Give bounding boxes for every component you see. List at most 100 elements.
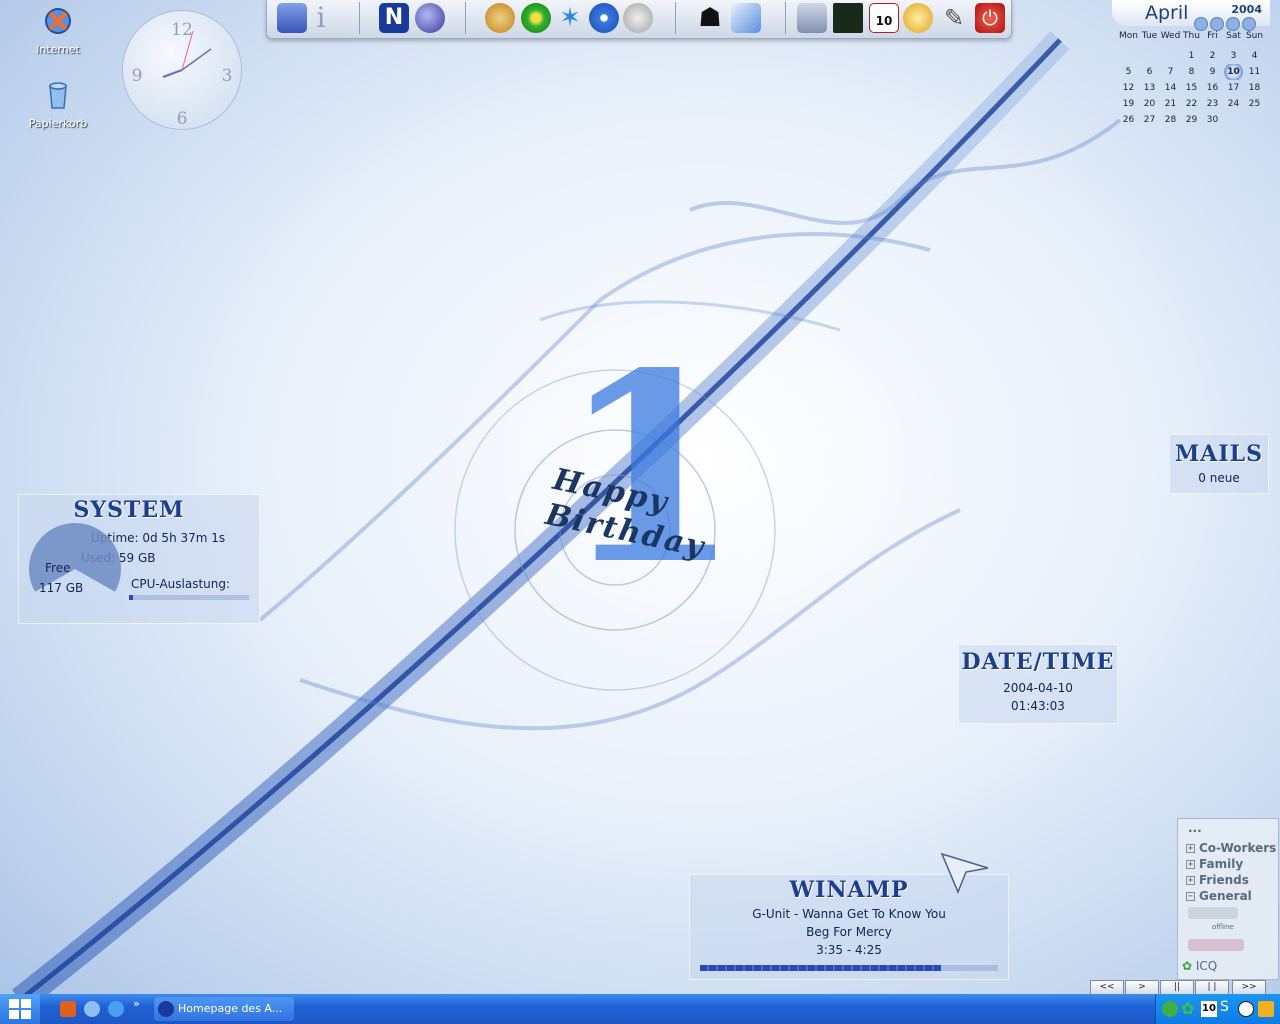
notepad-icon[interactable] [731,3,761,33]
desktop-icon-recycle-bin[interactable]: Papierkorb [23,78,93,130]
calendar-nav-button[interactable] [1194,17,1208,31]
netscape-icon[interactable]: N [379,3,409,33]
icq-footer-label: ICQ [1195,959,1218,973]
calendar-day[interactable]: 18 [1244,80,1265,96]
cpu-bar-fill [129,595,133,600]
desktop-icon-label: Papierkorb [28,117,88,130]
calendar-day[interactable]: 3 [1223,48,1244,64]
calendar-day[interactable]: 21 [1160,96,1181,112]
clock-icon[interactable] [903,3,933,33]
launch-bar-separator [675,2,676,34]
tools-icon[interactable] [797,3,827,33]
icq-flower-icon[interactable] [521,3,551,33]
icq-contact-blurred[interactable] [1188,939,1244,951]
calendar-icon[interactable]: 10 [869,3,899,33]
messenger-icon[interactable]: ✶ [555,3,585,33]
calendar-day[interactable]: 25 [1244,96,1265,112]
calendar-day[interactable]: 24 [1223,96,1244,112]
winamp-progress-fill [700,965,942,971]
calendar-day[interactable]: 13 [1139,80,1160,96]
icq-group-friends[interactable]: + Friends [1186,873,1249,887]
calendar-day[interactable]: 9 [1202,64,1223,80]
taskbar-window-button[interactable]: Homepage des A... [154,997,294,1021]
calendar-nav-button[interactable] [1242,17,1256,31]
disk-free-label: Free [45,561,71,575]
winamp-progress-bar[interactable] [700,965,998,971]
security-icon[interactable] [1258,1001,1274,1017]
calendar-day[interactable]: 14 [1160,80,1181,96]
clock-tray-icon[interactable] [1238,1001,1254,1017]
calendar-day[interactable]: 20 [1139,96,1160,112]
icq-tray-icon[interactable]: ✿ [1181,999,1194,1018]
launch-bar-separator [785,2,786,34]
icq-offline-label: offline [1212,923,1234,931]
calendar-day[interactable]: 11 [1244,64,1265,80]
start-button[interactable] [0,994,40,1024]
phone-icon[interactable] [485,3,515,33]
calendar-day[interactable]: 29 [1181,112,1202,128]
icq-footer[interactable]: ✿ ICQ [1182,959,1217,973]
winamp-time: 3:35 - 4:25 [816,943,882,957]
calendar-day[interactable]: 5 [1118,64,1139,80]
icq-group-family[interactable]: + Family [1186,857,1243,871]
calendar-day[interactable]: 22 [1181,96,1202,112]
sound-icon[interactable]: S [1220,999,1229,1015]
calendar-widget: April 2004 Mon Tue Wed Thu Fri Sat Sun 1… [1112,0,1270,140]
browser-icon[interactable] [415,3,445,33]
quicklaunch-more-button[interactable]: » [133,997,140,1010]
expand-icon[interactable]: + [1186,844,1195,853]
tips-icon[interactable]: ✎ [939,3,969,33]
calendar-day[interactable]: 26 [1118,112,1139,128]
ie-icon[interactable] [84,1001,100,1017]
calendar-day[interactable]: 15 [1181,80,1202,96]
calendar-empty-cell [1160,48,1181,64]
performance-icon[interactable] [833,3,863,33]
calendar-nav-buttons [1194,17,1258,34]
calendar-day[interactable]: 30 [1202,112,1223,128]
icq-contact-blurred[interactable] [1188,907,1238,919]
calendar-day[interactable]: 1 [1181,48,1202,64]
calendar-day[interactable]: 17 [1223,80,1244,96]
expand-icon[interactable]: + [1186,876,1195,885]
calendar-week: 1234 [1118,48,1265,64]
calendar-day[interactable]: 16 [1202,80,1223,96]
calendar-header: April 2004 [1112,0,1270,31]
user-icon[interactable]: ☗ [695,3,725,33]
collapse-icon[interactable]: − [1186,892,1195,901]
calendar-day[interactable]: 27 [1139,112,1160,128]
calendar-year: 2004 [1231,3,1262,16]
network-icon[interactable] [1162,1001,1178,1017]
dvd-icon[interactable] [589,3,619,33]
calendar-day[interactable]: 8 [1181,64,1202,80]
disk-free-value: 117 GB [39,581,84,595]
icq-group-general[interactable]: − General [1186,889,1252,903]
expand-icon[interactable]: + [1186,860,1195,869]
calendar-empty-cell [1118,48,1139,64]
opera-icon[interactable] [60,1001,76,1017]
calendar-day[interactable]: 10 [1223,64,1244,80]
messenger-icon[interactable] [108,1001,124,1017]
shutdown-icon[interactable]: ⏻ [975,3,1005,33]
icq-flower-icon: ✿ [1182,959,1193,973]
calendar-day[interactable]: 6 [1139,64,1160,80]
system-title: SYSTEM [73,497,185,523]
icq-group-co-workers[interactable]: + Co-Workers [1186,841,1276,855]
my-computer-icon[interactable] [277,3,307,33]
desktop-icon-internet[interactable]: Internet [23,4,93,56]
calendar-day[interactable]: 28 [1160,112,1181,128]
clock-numeral-6: 6 [177,109,188,129]
calendar-day[interactable]: 12 [1118,80,1139,96]
calendar-nav-button[interactable] [1210,17,1224,31]
calendar-day[interactable]: 23 [1202,96,1223,112]
info-icon[interactable]: i [311,3,331,33]
calendar-week: 19 20 21 22 23 24 25 [1118,96,1265,112]
calendar-day[interactable]: 7 [1160,64,1181,80]
calendar-tray-icon[interactable]: 10 [1201,1001,1217,1017]
calendar-day[interactable]: 2 [1202,48,1223,64]
calendar-nav-button[interactable] [1226,17,1240,31]
calendar-day[interactable]: 4 [1244,48,1265,64]
clock-hour-hand [162,69,183,78]
media-player-icon[interactable] [623,3,653,33]
calendar-day[interactable]: 19 [1118,96,1139,112]
windows-logo-icon [9,999,31,1019]
